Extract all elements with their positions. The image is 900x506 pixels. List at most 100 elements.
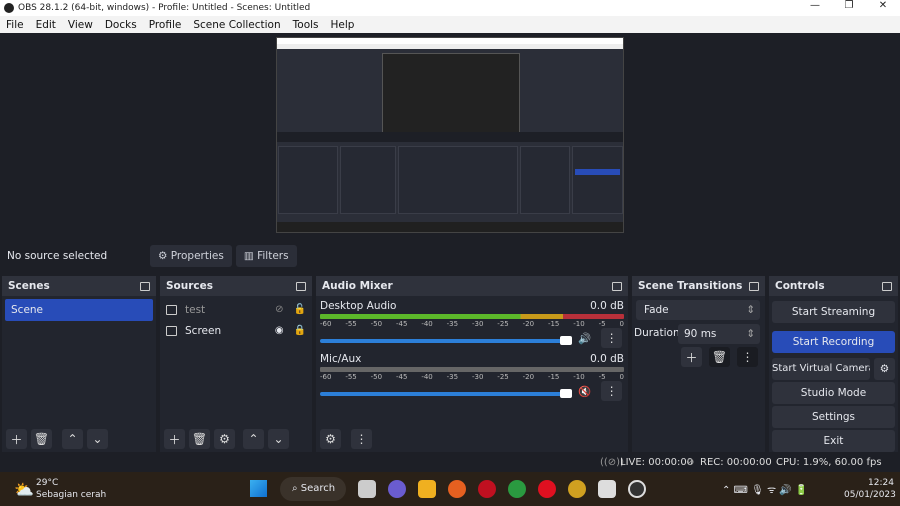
source-item-screen[interactable]: Screen ◉ 🔒 <box>160 320 312 341</box>
search-label: Search <box>300 483 336 494</box>
mixer-menu-button[interactable]: ⋮ <box>351 429 372 449</box>
minimize-button[interactable]: — <box>798 0 832 11</box>
close-button[interactable]: ✕ <box>866 0 900 11</box>
controls-title: Controls <box>775 280 825 292</box>
opera-gx-icon[interactable] <box>478 480 496 498</box>
move-down-button[interactable]: ⌄ <box>268 429 289 449</box>
properties-label: Properties <box>170 250 224 262</box>
channel-db: 0.0 dB <box>590 300 624 312</box>
menu-scene-collection[interactable]: Scene Collection <box>187 19 286 31</box>
channel-menu-button[interactable]: ⋮ <box>601 381 623 401</box>
add-source-button[interactable]: ＋ <box>164 429 185 449</box>
file-explorer-icon[interactable] <box>418 480 436 498</box>
clock-date[interactable]: 05/01/2023 <box>844 490 896 500</box>
menu-docks[interactable]: Docks <box>99 19 143 31</box>
menu-bar: File Edit View Docks Profile Scene Colle… <box>0 16 900 33</box>
rec-off-icon: ⊘ <box>686 457 695 468</box>
spin-arrows-icon[interactable]: ⇕ <box>746 324 755 344</box>
channel-name: Mic/Aux <box>320 353 362 365</box>
no-source-label: No source selected <box>7 250 108 262</box>
studio-mode-button[interactable]: Studio Mode <box>772 382 895 404</box>
task-view-icon[interactable] <box>358 480 376 498</box>
add-scene-button[interactable]: ＋ <box>6 429 27 449</box>
window-title: OBS 28.1.2 (64-bit, windows) - Profile: … <box>18 3 311 13</box>
transition-menu-button[interactable]: ⋮ <box>737 347 758 367</box>
remove-transition-button[interactable]: 🗑 <box>709 347 730 367</box>
properties-button[interactable]: ⚙ Properties <box>150 245 232 267</box>
channel-menu-button[interactable]: ⋮ <box>601 328 623 348</box>
scenes-title: Scenes <box>8 280 50 292</box>
channel-desktop-audio: Desktop Audio 0.0 dB -60 -55 -50 -45 -40 -35 -3… <box>320 300 624 348</box>
preview-image <box>276 37 624 233</box>
source-name: test <box>185 303 206 316</box>
transition-select[interactable]: Fade ⇕ <box>636 300 760 320</box>
remove-scene-button[interactable]: 🗑 <box>31 429 52 449</box>
transition-value: Fade <box>644 304 669 316</box>
clock-time[interactable]: 12:24 <box>868 478 894 488</box>
remove-source-button[interactable]: 🗑 <box>189 429 210 449</box>
speaker-icon[interactable]: 🔊 <box>578 332 591 345</box>
tray-icons[interactable]: ⌃ ⌨ 🎙 ᯤ 🔊 🔋 <box>722 482 807 496</box>
scene-transitions-dock: Scene Transitions Fade ⇕ Duration 90 ms ⇕ … <box>632 276 765 452</box>
transitions-title: Scene Transitions <box>638 280 743 292</box>
eye-icon[interactable]: ◉ <box>275 325 284 336</box>
rec-timer: REC: 00:00:00 <box>700 457 772 468</box>
maximize-button[interactable]: ❐ <box>832 0 866 11</box>
undock-icon[interactable] <box>296 281 306 291</box>
undock-icon[interactable] <box>612 281 622 291</box>
meter-ticks: -60 -55 -50 -45 -40 -35 -30 -25 -20 -15 -10 -5 0 <box>320 373 624 381</box>
menu-edit[interactable]: Edit <box>30 19 62 31</box>
chrome-icon[interactable] <box>508 480 526 498</box>
source-item-test[interactable]: test ⊘ 🔓 <box>160 299 312 320</box>
roblox-icon[interactable] <box>598 480 616 498</box>
filters-button[interactable]: ▥ Filters <box>235 245 297 267</box>
exit-button[interactable]: Exit <box>772 430 895 452</box>
obs-icon[interactable] <box>628 480 646 498</box>
menu-view[interactable]: View <box>62 19 99 31</box>
teams-icon[interactable] <box>388 480 406 498</box>
menu-file[interactable]: File <box>0 19 30 31</box>
add-transition-button[interactable]: ＋ <box>681 347 702 367</box>
undock-icon[interactable] <box>749 281 759 291</box>
sources-title: Sources <box>166 280 214 292</box>
move-up-button[interactable]: ⌃ <box>243 429 264 449</box>
volume-slider[interactable] <box>320 336 572 345</box>
live-timer: LIVE: 00:00:00 <box>620 457 694 468</box>
advanced-audio-button[interactable]: ⚙ <box>320 429 341 449</box>
menu-tools[interactable]: Tools <box>287 19 325 31</box>
source-properties-button[interactable]: ⚙ <box>214 429 235 449</box>
menu-help[interactable]: Help <box>325 19 361 31</box>
undock-icon[interactable] <box>882 281 892 291</box>
muted-speaker-icon[interactable]: 🔇 <box>578 385 591 398</box>
virtual-camera-settings-button[interactable]: ⚙ <box>874 358 895 380</box>
obs-logo-icon <box>4 3 14 13</box>
source-toolbar: No source selected ⚙ Properties ▥ Filter… <box>0 243 900 269</box>
chrome-canary-icon[interactable] <box>568 480 586 498</box>
duration-spinbox[interactable]: 90 ms ⇕ <box>678 324 760 344</box>
volume-meter <box>320 367 624 372</box>
undock-icon[interactable] <box>140 281 150 291</box>
meter-ticks: -60 -55 -50 -45 -40 -35 -30 -25 -20 -15 -10 -5 0 <box>320 320 624 328</box>
move-down-button[interactable]: ⌄ <box>87 429 108 449</box>
opera-icon[interactable] <box>538 480 556 498</box>
volume-slider[interactable] <box>320 389 572 398</box>
channel-name: Desktop Audio <box>320 300 397 312</box>
move-up-button[interactable]: ⌃ <box>62 429 83 449</box>
channel-mic-aux: Mic/Aux 0.0 dB -60 -55 -50 -45 -40 -35 -30 -25 -2… <box>320 353 624 401</box>
unlock-icon[interactable]: 🔓 <box>294 304 306 315</box>
settings-button[interactable]: Settings <box>772 406 895 428</box>
start-virtual-camera-button[interactable]: Start Virtual Camera <box>772 358 870 380</box>
taskbar-search[interactable]: ⌕ Search <box>280 477 346 501</box>
firefox-icon[interactable] <box>448 480 466 498</box>
weather-icon[interactable]: ⛅ <box>14 480 34 499</box>
start-recording-button[interactable]: Start Recording <box>772 331 895 353</box>
weather-text: Sebagian cerah <box>36 490 107 500</box>
channel-db: 0.0 dB <box>590 353 624 365</box>
eye-hidden-icon[interactable]: ⊘ <box>275 304 283 315</box>
start-streaming-button[interactable]: Start Streaming <box>772 301 895 323</box>
menu-profile[interactable]: Profile <box>143 19 188 31</box>
lock-icon[interactable]: 🔒 <box>294 325 306 336</box>
start-icon[interactable] <box>250 480 267 497</box>
windows-taskbar: ⛅ 29°C Sebagian cerah ⌕ Search ⌃ ⌨ 🎙 ᯤ 🔊… <box>0 472 900 506</box>
scene-item[interactable]: Scene <box>5 299 153 321</box>
